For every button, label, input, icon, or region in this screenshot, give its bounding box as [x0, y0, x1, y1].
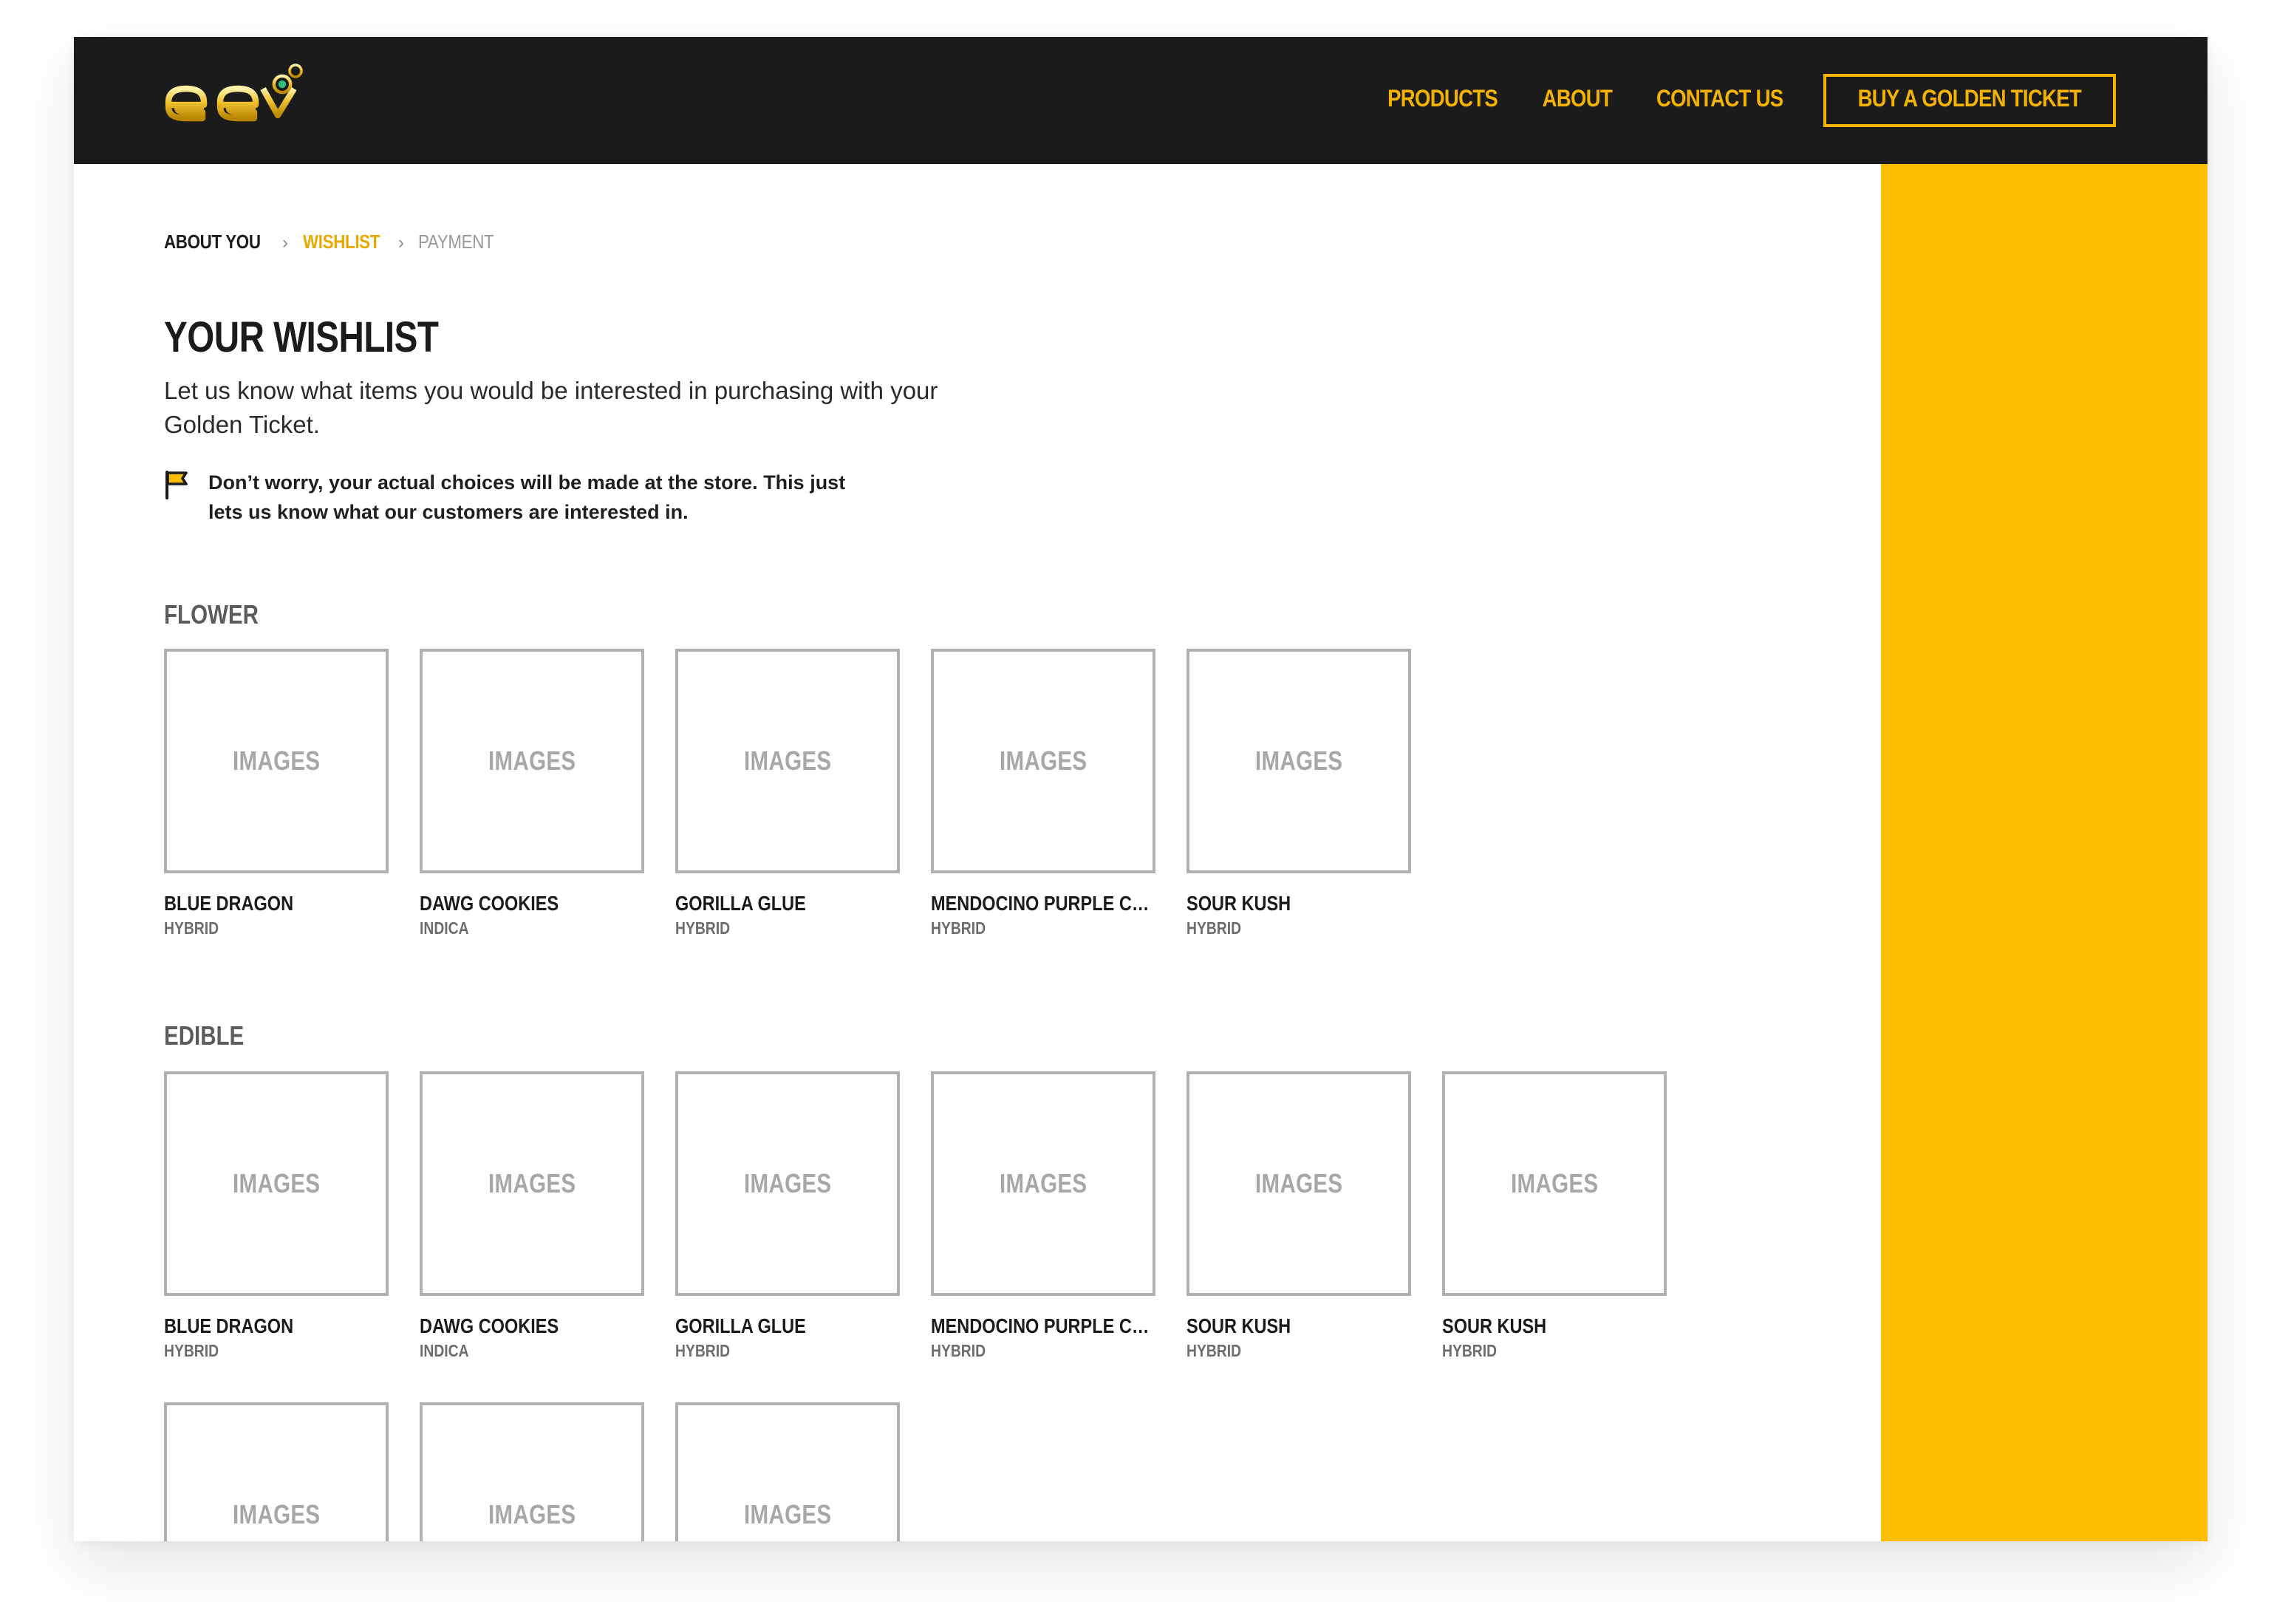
product-type: HYBRID — [931, 1343, 986, 1361]
image-placeholder-label: IMAGES — [743, 746, 832, 775]
breadcrumb-wishlist[interactable]: WISHLIST — [303, 231, 380, 253]
product-type: HYBRID — [164, 1343, 219, 1361]
product-image-placeholder[interactable]: IMAGES — [931, 1071, 1155, 1296]
product-type: HYBRID — [675, 1343, 731, 1361]
product-name: MENDOCINO PURPLE CH... — [931, 1314, 1155, 1337]
breadcrumb-payment: PAYMENT — [418, 231, 495, 253]
site-header: elev PRODUCTS ABOUT CONTACT US BUY A GOL… — [74, 37, 2208, 164]
nav-products-link[interactable]: PRODUCTS — [1387, 87, 1498, 114]
page-title: YOUR WISHLIST — [164, 315, 439, 362]
chevron-right-icon: › — [397, 231, 404, 252]
product-type: HYBRID — [931, 921, 986, 938]
product-card[interactable]: IMAGES DAWG COOKIES INDICA — [420, 649, 644, 940]
product-name: BLUE DRAGON — [164, 1314, 294, 1337]
product-card[interactable]: IMAGES GORILLA GLUE HYBRID — [675, 1071, 900, 1362]
image-placeholder-label: IMAGES — [1254, 1168, 1343, 1198]
product-card[interactable]: IMAGES — [420, 1402, 644, 1541]
image-placeholder-label: IMAGES — [1510, 1168, 1599, 1198]
nav-about-link[interactable]: ABOUT — [1542, 87, 1612, 114]
product-name: GORILLA GLUE — [675, 891, 806, 915]
product-type: HYBRID — [1186, 921, 1242, 938]
product-type: INDICA — [420, 921, 469, 938]
side-panel — [1881, 164, 2208, 1541]
product-name: GORILLA GLUE — [675, 1314, 806, 1337]
edible-product-grid-row-3: IMAGES IMAGES IMAGES — [164, 1402, 900, 1541]
image-placeholder-label: IMAGES — [743, 1499, 832, 1529]
page-stage: elev PRODUCTS ABOUT CONTACT US BUY A GOL… — [0, 0, 2274, 1624]
product-name: SOUR KUSH — [1186, 891, 1291, 915]
section-title-edible: EDIBLE — [164, 1021, 245, 1051]
product-image-placeholder[interactable]: IMAGES — [420, 1402, 644, 1541]
intro-text: Let us know what items you would be inte… — [164, 378, 938, 439]
product-name: SOUR KUSH — [1442, 1314, 1547, 1337]
product-image-placeholder[interactable]: IMAGES — [1186, 1071, 1411, 1296]
product-card[interactable]: IMAGES SOUR KUSH HYBRID — [1442, 1071, 1667, 1362]
elev-logo-icon[interactable] — [163, 64, 310, 126]
browser-page: elev PRODUCTS ABOUT CONTACT US BUY A GOL… — [74, 37, 2208, 1541]
flower-product-grid: IMAGES BLUE DRAGON HYBRID IMAGES DAWG CO… — [164, 649, 1411, 940]
product-image-placeholder[interactable]: IMAGES — [420, 1071, 644, 1296]
product-type: INDICA — [420, 1343, 469, 1361]
nav-contact-link[interactable]: CONTACT US — [1657, 87, 1784, 114]
product-type: HYBRID — [1442, 1343, 1498, 1361]
product-image-placeholder[interactable]: IMAGES — [675, 1071, 900, 1296]
product-image-placeholder[interactable]: IMAGES — [675, 1402, 900, 1541]
image-placeholder-label: IMAGES — [488, 1499, 576, 1529]
buy-golden-ticket-label: BUY A GOLDEN TICKET — [1857, 87, 2082, 112]
product-image-placeholder[interactable]: IMAGES — [675, 649, 900, 873]
note-text: Don’t worry, your actual choices will be… — [208, 471, 846, 523]
flag-icon — [165, 471, 188, 499]
chevron-right-icon: › — [281, 231, 288, 252]
product-card[interactable]: IMAGES BLUE DRAGON HYBRID — [164, 649, 389, 940]
product-name: DAWG COOKIES — [420, 891, 559, 915]
product-image-placeholder[interactable]: IMAGES — [1186, 649, 1411, 873]
image-placeholder-label: IMAGES — [999, 746, 1088, 775]
info-note: Don’t worry, your actual choices will be… — [164, 468, 858, 528]
image-placeholder-label: IMAGES — [488, 1168, 576, 1198]
breadcrumb-about-you[interactable]: ABOUT YOU — [164, 231, 261, 253]
product-card[interactable]: IMAGES MENDOCINO PURPLE CH... HYBRID — [931, 1071, 1155, 1362]
image-placeholder-label: IMAGES — [1254, 746, 1343, 775]
product-type: HYBRID — [1186, 1343, 1242, 1361]
product-image-placeholder[interactable]: IMAGES — [1442, 1071, 1667, 1296]
image-placeholder-label: IMAGES — [999, 1168, 1088, 1198]
buy-golden-ticket-button[interactable]: BUY A GOLDEN TICKET — [1823, 74, 2116, 127]
section-title-flower: FLOWER — [164, 600, 259, 630]
product-image-placeholder[interactable]: IMAGES — [164, 649, 389, 873]
image-placeholder-label: IMAGES — [743, 1168, 832, 1198]
product-name: MENDOCINO PURPLE CH... — [931, 891, 1155, 915]
product-type: HYBRID — [164, 921, 219, 938]
product-card[interactable]: IMAGES MENDOCINO PURPLE CH... HYBRID — [931, 649, 1155, 940]
main-nav: PRODUCTS ABOUT CONTACT US BUY A GOLDEN T… — [1379, 74, 2116, 127]
product-image-placeholder[interactable]: IMAGES — [931, 649, 1155, 873]
image-placeholder-label: IMAGES — [232, 1168, 321, 1198]
product-name: DAWG COOKIES — [420, 1314, 559, 1337]
image-placeholder-label: IMAGES — [232, 746, 321, 775]
product-type: HYBRID — [675, 921, 731, 938]
product-image-placeholder[interactable]: IMAGES — [420, 649, 644, 873]
product-card[interactable]: IMAGES DAWG COOKIES INDICA — [420, 1071, 644, 1362]
breadcrumb: ABOUT YOU › WISHLIST › PAYMENT — [164, 231, 498, 253]
product-name: BLUE DRAGON — [164, 891, 294, 915]
image-placeholder-label: IMAGES — [488, 746, 576, 775]
edible-product-grid: IMAGES BLUE DRAGON HYBRID IMAGES DAWG CO… — [164, 1071, 1667, 1362]
product-card[interactable]: IMAGES SOUR KUSH HYBRID — [1186, 649, 1411, 940]
product-card[interactable]: IMAGES — [164, 1402, 389, 1541]
product-card[interactable]: IMAGES SOUR KUSH HYBRID — [1186, 1071, 1411, 1362]
product-card[interactable]: IMAGES — [675, 1402, 900, 1541]
product-name: SOUR KUSH — [1186, 1314, 1291, 1337]
product-card[interactable]: IMAGES BLUE DRAGON HYBRID — [164, 1071, 389, 1362]
product-image-placeholder[interactable]: IMAGES — [164, 1071, 389, 1296]
image-placeholder-label: IMAGES — [232, 1499, 321, 1529]
product-card[interactable]: IMAGES GORILLA GLUE HYBRID — [675, 649, 900, 940]
product-image-placeholder[interactable]: IMAGES — [164, 1402, 389, 1541]
